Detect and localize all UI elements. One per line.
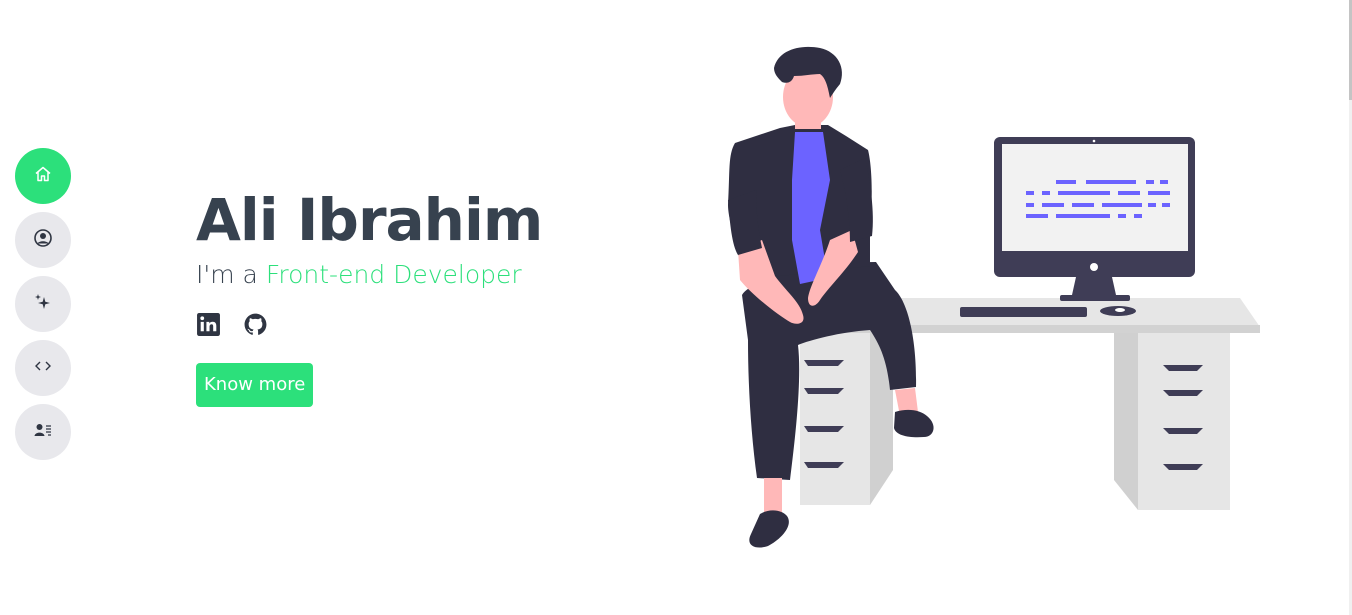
nav-home-button[interactable]: [15, 148, 71, 204]
nav-projects-button[interactable]: [15, 340, 71, 396]
hero-role-highlight: Front-end Developer: [265, 260, 522, 289]
linkedin-link[interactable]: [196, 312, 221, 337]
linkedin-icon: [196, 312, 221, 337]
hero-name: Ali Ibrahim: [196, 186, 543, 254]
hero-role-prefix: I'm a: [196, 260, 266, 289]
hero: Ali Ibrahim I'm a Front-end Developer Kn…: [196, 184, 543, 407]
nav-about-button[interactable]: [15, 212, 71, 268]
code-icon: [33, 356, 53, 380]
home-icon: [33, 164, 53, 188]
know-more-button[interactable]: Know more: [196, 363, 314, 407]
nav-skills-button[interactable]: [15, 276, 71, 332]
hero-role: I'm a Front-end Developer: [196, 258, 542, 292]
github-link[interactable]: [243, 312, 268, 337]
contact-card-icon: [33, 420, 53, 444]
side-nav: [15, 148, 71, 468]
page: Ali Ibrahim I'm a Front-end Developer Kn…: [0, 0, 1352, 615]
user-circle-icon: [33, 228, 53, 252]
sparkles-icon: [33, 292, 53, 316]
nav-contact-button[interactable]: [15, 404, 71, 460]
github-icon: [243, 312, 268, 337]
developer-illustration: [720, 40, 1280, 560]
social-links: [196, 312, 542, 337]
